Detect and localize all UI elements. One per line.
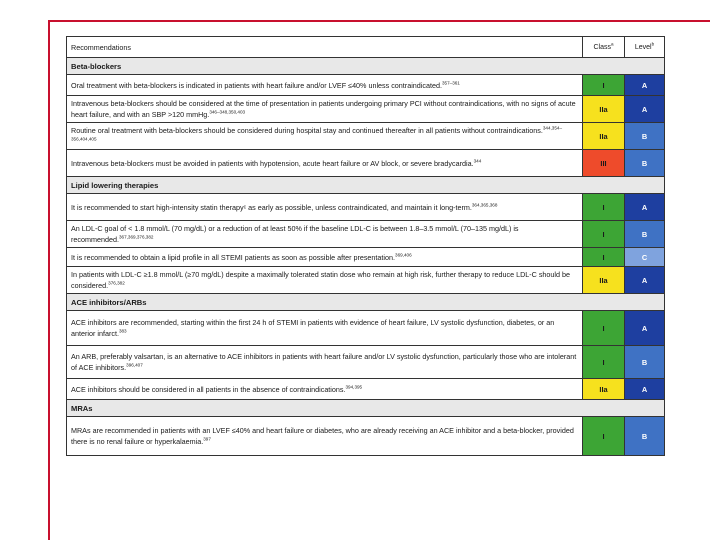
level-badge: C [624,247,665,267]
table-header-row: Recommendations Classa Levelb [66,36,665,58]
header-recommendations: Recommendations [66,36,583,58]
class-badge: I [582,416,625,456]
recommendation-text: An ARB, preferably valsartan, is an alte… [66,345,583,379]
level-badge: B [624,345,665,379]
recommendation-text: It is recommended to obtain a lipid prof… [66,247,583,267]
recommendation-text: An LDL-C goal of < 1.8 mmol/L (70 mg/dL)… [66,220,583,248]
table-row: Oral treatment with beta-blockers is ind… [66,74,665,96]
recommendations-table: Recommendations Classa Levelb Beta-block… [66,36,665,456]
reference-numbers: 367,369,376,382 [118,234,154,240]
table-row: It is recommended to start high-intensit… [66,193,665,221]
section-header: Beta-blockers [66,57,665,75]
section-title: Lipid lowering therapies [66,176,665,194]
section-header: ACE inhibitors/ARBs [66,293,665,311]
table-row: Routine oral treatment with beta-blocker… [66,122,665,150]
class-badge: III [582,149,625,177]
recommendation-text: Intravenous beta-blockers must be avoide… [66,149,583,177]
table-row: Intravenous beta-blockers should be cons… [66,95,665,123]
table-row: In patients with LDL-C ≥1.8 mmol/L (≥70 … [66,266,665,294]
table-row: An LDL-C goal of < 1.8 mmol/L (70 mg/dL)… [66,220,665,248]
class-badge: IIa [582,378,625,400]
reference-numbers: 397 [203,436,211,442]
recommendation-text: Routine oral treatment with beta-blocker… [66,122,583,150]
level-badge: B [624,149,665,177]
level-badge: A [624,378,665,400]
class-badge: I [582,345,625,379]
reference-numbers: 364,365,368 [471,202,498,208]
reference-numbers: 396,407 [126,362,143,368]
level-badge: A [624,74,665,96]
recommendation-text: Oral treatment with beta-blockers is ind… [66,74,583,96]
section-title: ACE inhibitors/ARBs [66,293,665,311]
class-badge: I [582,220,625,248]
level-badge: A [624,95,665,123]
recommendation-text: It is recommended to start high-intensit… [66,193,583,221]
table-row: It is recommended to obtain a lipid prof… [66,247,665,267]
level-badge: A [624,193,665,221]
level-badge: A [624,266,665,294]
red-frame-left [48,20,50,540]
class-badge: IIa [582,95,625,123]
class-badge: I [582,310,625,346]
recommendation-text: Intravenous beta-blockers should be cons… [66,95,583,123]
section-title: MRAs [66,399,665,417]
reference-numbers: 394,395 [345,384,363,390]
table-row: ACE inhibitors should be considered in a… [66,378,665,400]
recommendation-text: MRAs are recommended in patients with an… [66,416,583,456]
recommendation-text: ACE inhibitors should be considered in a… [66,378,583,400]
class-badge: I [582,247,625,267]
table-body: Beta-blockers Oral treatment with beta-bl… [66,57,665,456]
reference-numbers: 383 [118,328,127,334]
level-badge: B [624,416,665,456]
reference-numbers: 344 [473,158,482,164]
reference-numbers: 346–348,350,403 [209,109,246,115]
table-row: Intravenous beta-blockers must be avoide… [66,149,665,177]
reference-numbers: 369,406 [395,252,412,258]
table-row: ACE inhibitors are recommended, starting… [66,310,665,346]
level-badge: B [624,122,665,150]
class-badge: IIa [582,266,625,294]
reference-numbers: 376,382 [108,280,125,286]
section-title: Beta-blockers [66,57,665,75]
reference-numbers: 357–361 [441,80,460,86]
class-badge: I [582,74,625,96]
section-header: MRAs [66,399,665,417]
level-badge: B [624,220,665,248]
level-badge: A [624,310,665,346]
class-badge: I [582,193,625,221]
header-class: Classa [582,36,625,58]
red-frame-top [48,20,710,22]
table-row: An ARB, preferably valsartan, is an alte… [66,345,665,379]
header-level: Levelb [624,36,665,58]
recommendation-text: In patients with LDL-C ≥1.8 mmol/L (≥70 … [66,266,583,294]
table-row: MRAs are recommended in patients with an… [66,416,665,456]
class-badge: IIa [582,122,625,150]
recommendation-text: ACE inhibitors are recommended, starting… [66,310,583,346]
section-header: Lipid lowering therapies [66,176,665,194]
